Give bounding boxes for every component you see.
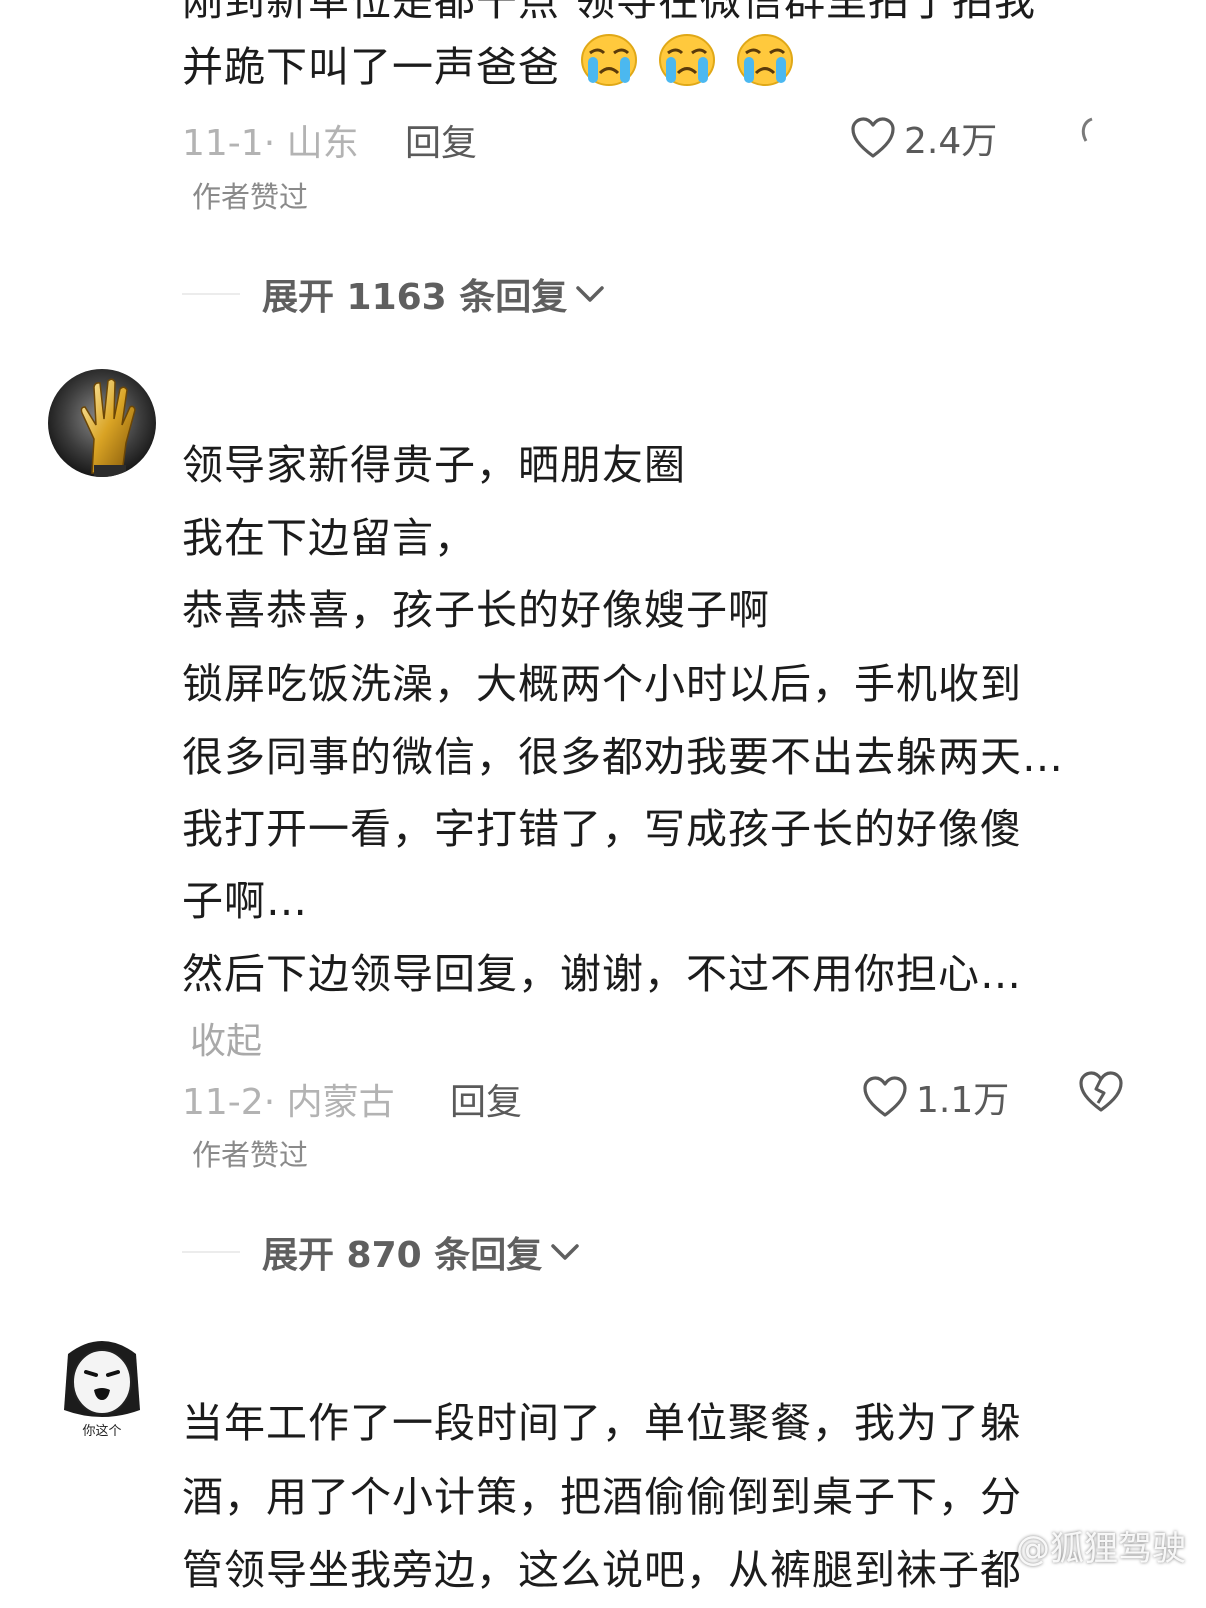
- broken-heart-icon[interactable]: [1078, 1071, 1124, 1113]
- crying-face-icon: [737, 34, 794, 86]
- comment-3-avatar-caption: 你这个: [82, 1424, 122, 1439]
- comment-2-meta: 11-2· 内蒙古: [182, 1073, 395, 1125]
- crying-face-icon: [581, 34, 638, 86]
- comment-2-line-5: 很多同事的微信，很多都劝我要不出去躲两天…: [182, 733, 1064, 781]
- comment-2-line-7: 子啊…: [182, 877, 308, 925]
- comment-1-line-2-text: 并跪下叫了一声爸爸: [182, 43, 560, 91]
- comment-2-line-1: 领导家新得贵子，晒朋友圈: [182, 441, 686, 489]
- comment-1-reply-button[interactable]: 回复: [405, 114, 477, 166]
- comment-2-line-6: 我打开一看，字打错了，写成孩子长的好像傻: [182, 805, 1022, 853]
- divider-line: [182, 293, 240, 295]
- comment-2-line-8: 然后下边领导回复，谢谢，不过不用你担心…: [182, 950, 1022, 998]
- comment-2-line-4: 锁屏吃饭洗澡，大概两个小时以后，手机收到: [182, 660, 1022, 708]
- comment-2-expand-replies[interactable]: 展开 870 条回复: [182, 1226, 582, 1278]
- crying-face-icon: [659, 34, 716, 86]
- heart-icon: [863, 1076, 907, 1117]
- comment-2-avatar[interactable]: [48, 369, 156, 477]
- comment-1-date: 11-1: [182, 123, 264, 164]
- chevron-down-icon: [576, 286, 605, 302]
- comment-3-avatar[interactable]: 你这个: [48, 1332, 156, 1440]
- comment-2-location: 内蒙古: [286, 1082, 395, 1123]
- comment-1-meta: 11-1· 山东: [182, 114, 359, 166]
- comment-1-expand-replies[interactable]: 展开 1163 条回复: [182, 268, 607, 320]
- comment-2-author-liked: 作者赞过: [192, 1138, 309, 1172]
- heart-icon: [851, 117, 895, 158]
- meta-separator: ·: [263, 123, 287, 164]
- comment-2-date: 11-2: [182, 1082, 264, 1123]
- comment-1-location: 山东: [286, 123, 359, 164]
- chevron-down-icon: [551, 1244, 579, 1260]
- comment-2-expand-label: 展开 870 条回复: [262, 1235, 543, 1276]
- comment-2-line-3: 恭喜恭喜，孩子长的好像嫂子啊: [182, 586, 770, 634]
- comment-1-like-count: 2.4万: [904, 121, 998, 162]
- meta-separator: ·: [263, 1082, 287, 1123]
- comment-2-line-2: 我在下边留言，: [182, 514, 476, 562]
- watermark: @狐狸驾驶: [966, 1521, 1186, 1570]
- watermark-text: @狐狸驾驶: [1016, 1529, 1186, 1569]
- comment-2-collapse-button[interactable]: 收起: [190, 1012, 262, 1064]
- comment-feed: 刚到新单位是都干点 领导在微信群里拍了拍我 并跪下叫了一声爸爸 11-1· 山东…: [0, 0, 1206, 1608]
- comment-2-like-count: 1.1万: [916, 1080, 1010, 1121]
- comment-1-author-liked: 作者赞过: [192, 180, 309, 214]
- comment-3-line-1: 当年工作了一段时间了，单位聚餐，我为了躲: [182, 1399, 1022, 1447]
- comment-1-like-button[interactable]: 2.4万: [850, 112, 997, 164]
- comment-3-line-3: 管领导坐我旁边，这么说吧，从裤腿到袜子都: [182, 1546, 1022, 1594]
- comment-2-like-button[interactable]: 1.1万: [862, 1071, 1009, 1123]
- dislike-icon[interactable]: [1074, 116, 1096, 146]
- divider-line: [182, 1251, 240, 1253]
- golden-hand-avatar-icon: [48, 369, 156, 477]
- comment-1-line-2: 并跪下叫了一声爸爸: [182, 30, 794, 104]
- comment-3-line-2: 酒，用了个小计策，把酒偷偷倒到桌子下，分: [182, 1473, 1022, 1521]
- comment-1-expand-label: 展开 1163 条回复: [262, 277, 568, 318]
- comment-2-reply-button[interactable]: 回复: [450, 1073, 522, 1125]
- weibo-logo-icon: [966, 1532, 1008, 1562]
